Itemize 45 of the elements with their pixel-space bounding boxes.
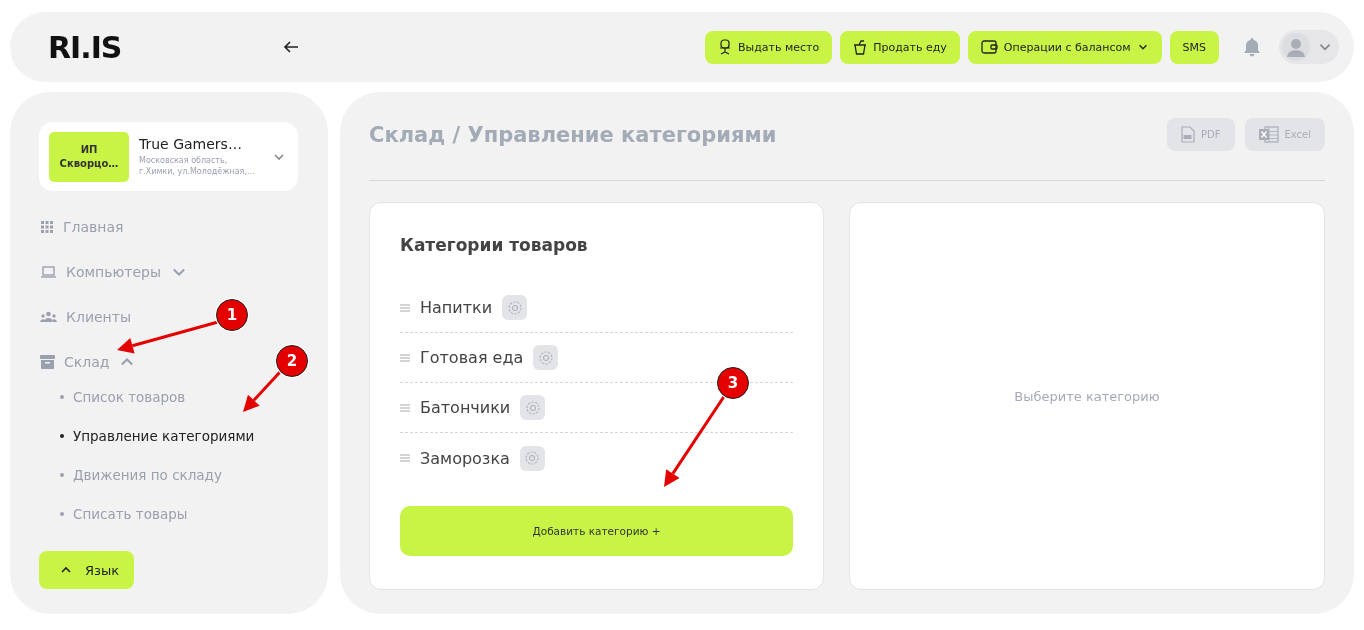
people-icon xyxy=(40,310,57,323)
language-button[interactable]: Язык xyxy=(39,551,134,589)
category-name: Напитки xyxy=(420,298,493,317)
nav-subitem[interactable]: Управление категориями xyxy=(39,425,255,446)
category-name: Заморозка xyxy=(420,448,510,468)
annotation-arrow xyxy=(243,371,282,412)
action-button[interactable]: Выдать место xyxy=(704,30,833,64)
settings-icon xyxy=(506,299,523,316)
cup-icon xyxy=(853,39,868,55)
bell-icon[interactable] xyxy=(1243,37,1261,57)
profile-button[interactable] xyxy=(1279,30,1339,64)
back-arrow-icon xyxy=(283,40,300,54)
spreadsheet-icon xyxy=(1258,126,1279,143)
empty-state-text: Выберите категорию xyxy=(1014,388,1160,404)
settings-icon xyxy=(524,399,541,416)
drag-handle-icon[interactable] xyxy=(400,353,410,362)
settings-icon xyxy=(524,450,541,466)
settings-button[interactable] xyxy=(502,295,528,320)
pdf-file-icon xyxy=(1181,126,1195,143)
drag-handle-icon[interactable] xyxy=(400,403,410,412)
logo[interactable]: RI.IS xyxy=(48,29,122,65)
card-title: Категории товаров xyxy=(400,235,589,255)
action-button[interactable]: Операции с балансом xyxy=(967,30,1162,64)
drag-handle-icon[interactable] xyxy=(400,303,410,312)
grid-icon xyxy=(40,219,54,234)
category-name: Батончики xyxy=(420,398,511,417)
avatar-icon xyxy=(1282,33,1310,61)
wallet-icon xyxy=(980,40,998,54)
settings-icon xyxy=(537,349,554,366)
drag-handle-icon[interactable] xyxy=(400,454,410,462)
company-badge: ИП Скворцо… xyxy=(49,131,129,182)
company-address: Московская область, г.Химки, ул.Молодёжная,… xyxy=(139,155,256,178)
company-card[interactable]: ИП Скворцо… True Gamers… Московская область, г.Химки, ул.Молодёжная,… xyxy=(39,122,298,191)
chair-icon xyxy=(717,39,732,55)
company-name: True Gamers… xyxy=(139,135,243,152)
settings-button[interactable] xyxy=(533,345,559,370)
page-title: Склад / Управление категориями xyxy=(369,122,778,147)
settings-button[interactable] xyxy=(520,395,546,420)
action-button[interactable]: SMS xyxy=(1169,30,1219,64)
settings-button[interactable] xyxy=(519,445,545,471)
laptop-icon xyxy=(40,264,57,279)
action-button[interactable]: Продать еду xyxy=(840,30,960,64)
add-category-button[interactable]: Добавить категорию + xyxy=(400,506,793,556)
archive-icon xyxy=(40,354,55,369)
category-name: Готовая еда xyxy=(420,348,524,367)
